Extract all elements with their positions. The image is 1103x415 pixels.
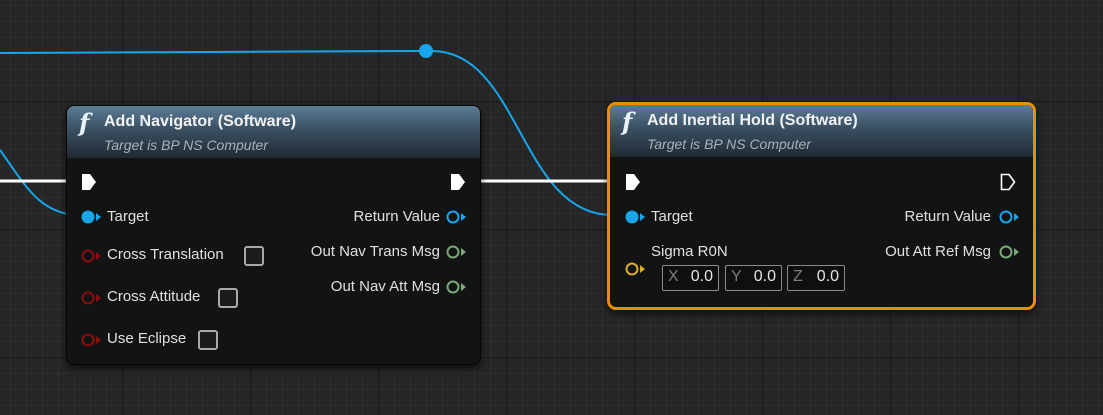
use-eclipse-checkbox[interactable] <box>198 330 218 350</box>
node-subtitle: Target is BP NS Computer <box>104 137 268 153</box>
out-att-ref-msg-label: Out Att Ref Msg <box>885 243 991 260</box>
node-title: Add Navigator (Software) <box>104 113 297 130</box>
reroute-node[interactable] <box>419 44 433 58</box>
cross-translation-label: Cross Translation <box>107 246 224 263</box>
cross-translation-checkbox[interactable] <box>244 246 264 266</box>
sigma-r0n-pin[interactable] <box>624 261 646 277</box>
node-title: Add Inertial Hold (Software) <box>647 112 858 129</box>
target-label: Target <box>107 208 149 225</box>
return-value-label: Return Value <box>353 208 440 225</box>
target-pin[interactable] <box>80 209 102 225</box>
node-header[interactable]: f Add Navigator (Software) Target is BP … <box>67 106 480 158</box>
object-wire[interactable] <box>0 50 421 54</box>
exec-out-pin[interactable] <box>450 173 466 191</box>
x-value: 0.0 <box>690 268 713 285</box>
out-nav-trans-msg-pin[interactable] <box>445 244 467 260</box>
out-nav-trans-msg-label: Out Nav Trans Msg <box>310 243 440 260</box>
return-value-label: Return Value <box>904 208 991 225</box>
target-pin[interactable] <box>624 209 646 225</box>
y-value: 0.0 <box>753 268 776 285</box>
x-axis-label: X <box>668 268 679 285</box>
sigma-x-field[interactable]: X 0.0 <box>662 265 719 291</box>
function-icon: f <box>79 108 90 137</box>
node-header[interactable]: f Add Inertial Hold (Software) Target is… <box>610 105 1033 157</box>
function-icon: f <box>622 107 633 136</box>
add-inertial-hold-node[interactable]: f Add Inertial Hold (Software) Target is… <box>607 102 1036 310</box>
cross-translation-pin[interactable] <box>80 248 102 264</box>
out-nav-att-msg-pin[interactable] <box>445 279 467 295</box>
cross-attitude-pin[interactable] <box>80 290 102 306</box>
target-label: Target <box>651 208 693 225</box>
sigma-y-field[interactable]: Y 0.0 <box>725 265 782 291</box>
node-subtitle: Target is BP NS Computer <box>647 136 811 152</box>
y-axis-label: Y <box>731 268 742 285</box>
sigma-r0n-label: Sigma R0N <box>651 243 728 260</box>
cross-attitude-label: Cross Attitude <box>107 288 201 305</box>
sigma-z-field[interactable]: Z 0.0 <box>787 265 845 291</box>
exec-in-pin[interactable] <box>625 173 641 191</box>
z-value: 0.0 <box>816 268 839 285</box>
out-nav-att-msg-label: Out Nav Att Msg <box>330 278 440 295</box>
return-value-pin[interactable] <box>445 209 467 225</box>
out-att-ref-msg-pin[interactable] <box>998 244 1020 260</box>
use-eclipse-pin[interactable] <box>80 332 102 348</box>
exec-in-pin[interactable] <box>81 173 97 191</box>
use-eclipse-label: Use Eclipse <box>107 330 187 347</box>
z-axis-label: Z <box>793 268 803 285</box>
return-value-pin[interactable] <box>998 209 1020 225</box>
exec-out-pin[interactable] <box>1000 173 1016 191</box>
cross-attitude-checkbox[interactable] <box>218 288 238 308</box>
add-navigator-node[interactable]: f Add Navigator (Software) Target is BP … <box>66 105 481 365</box>
